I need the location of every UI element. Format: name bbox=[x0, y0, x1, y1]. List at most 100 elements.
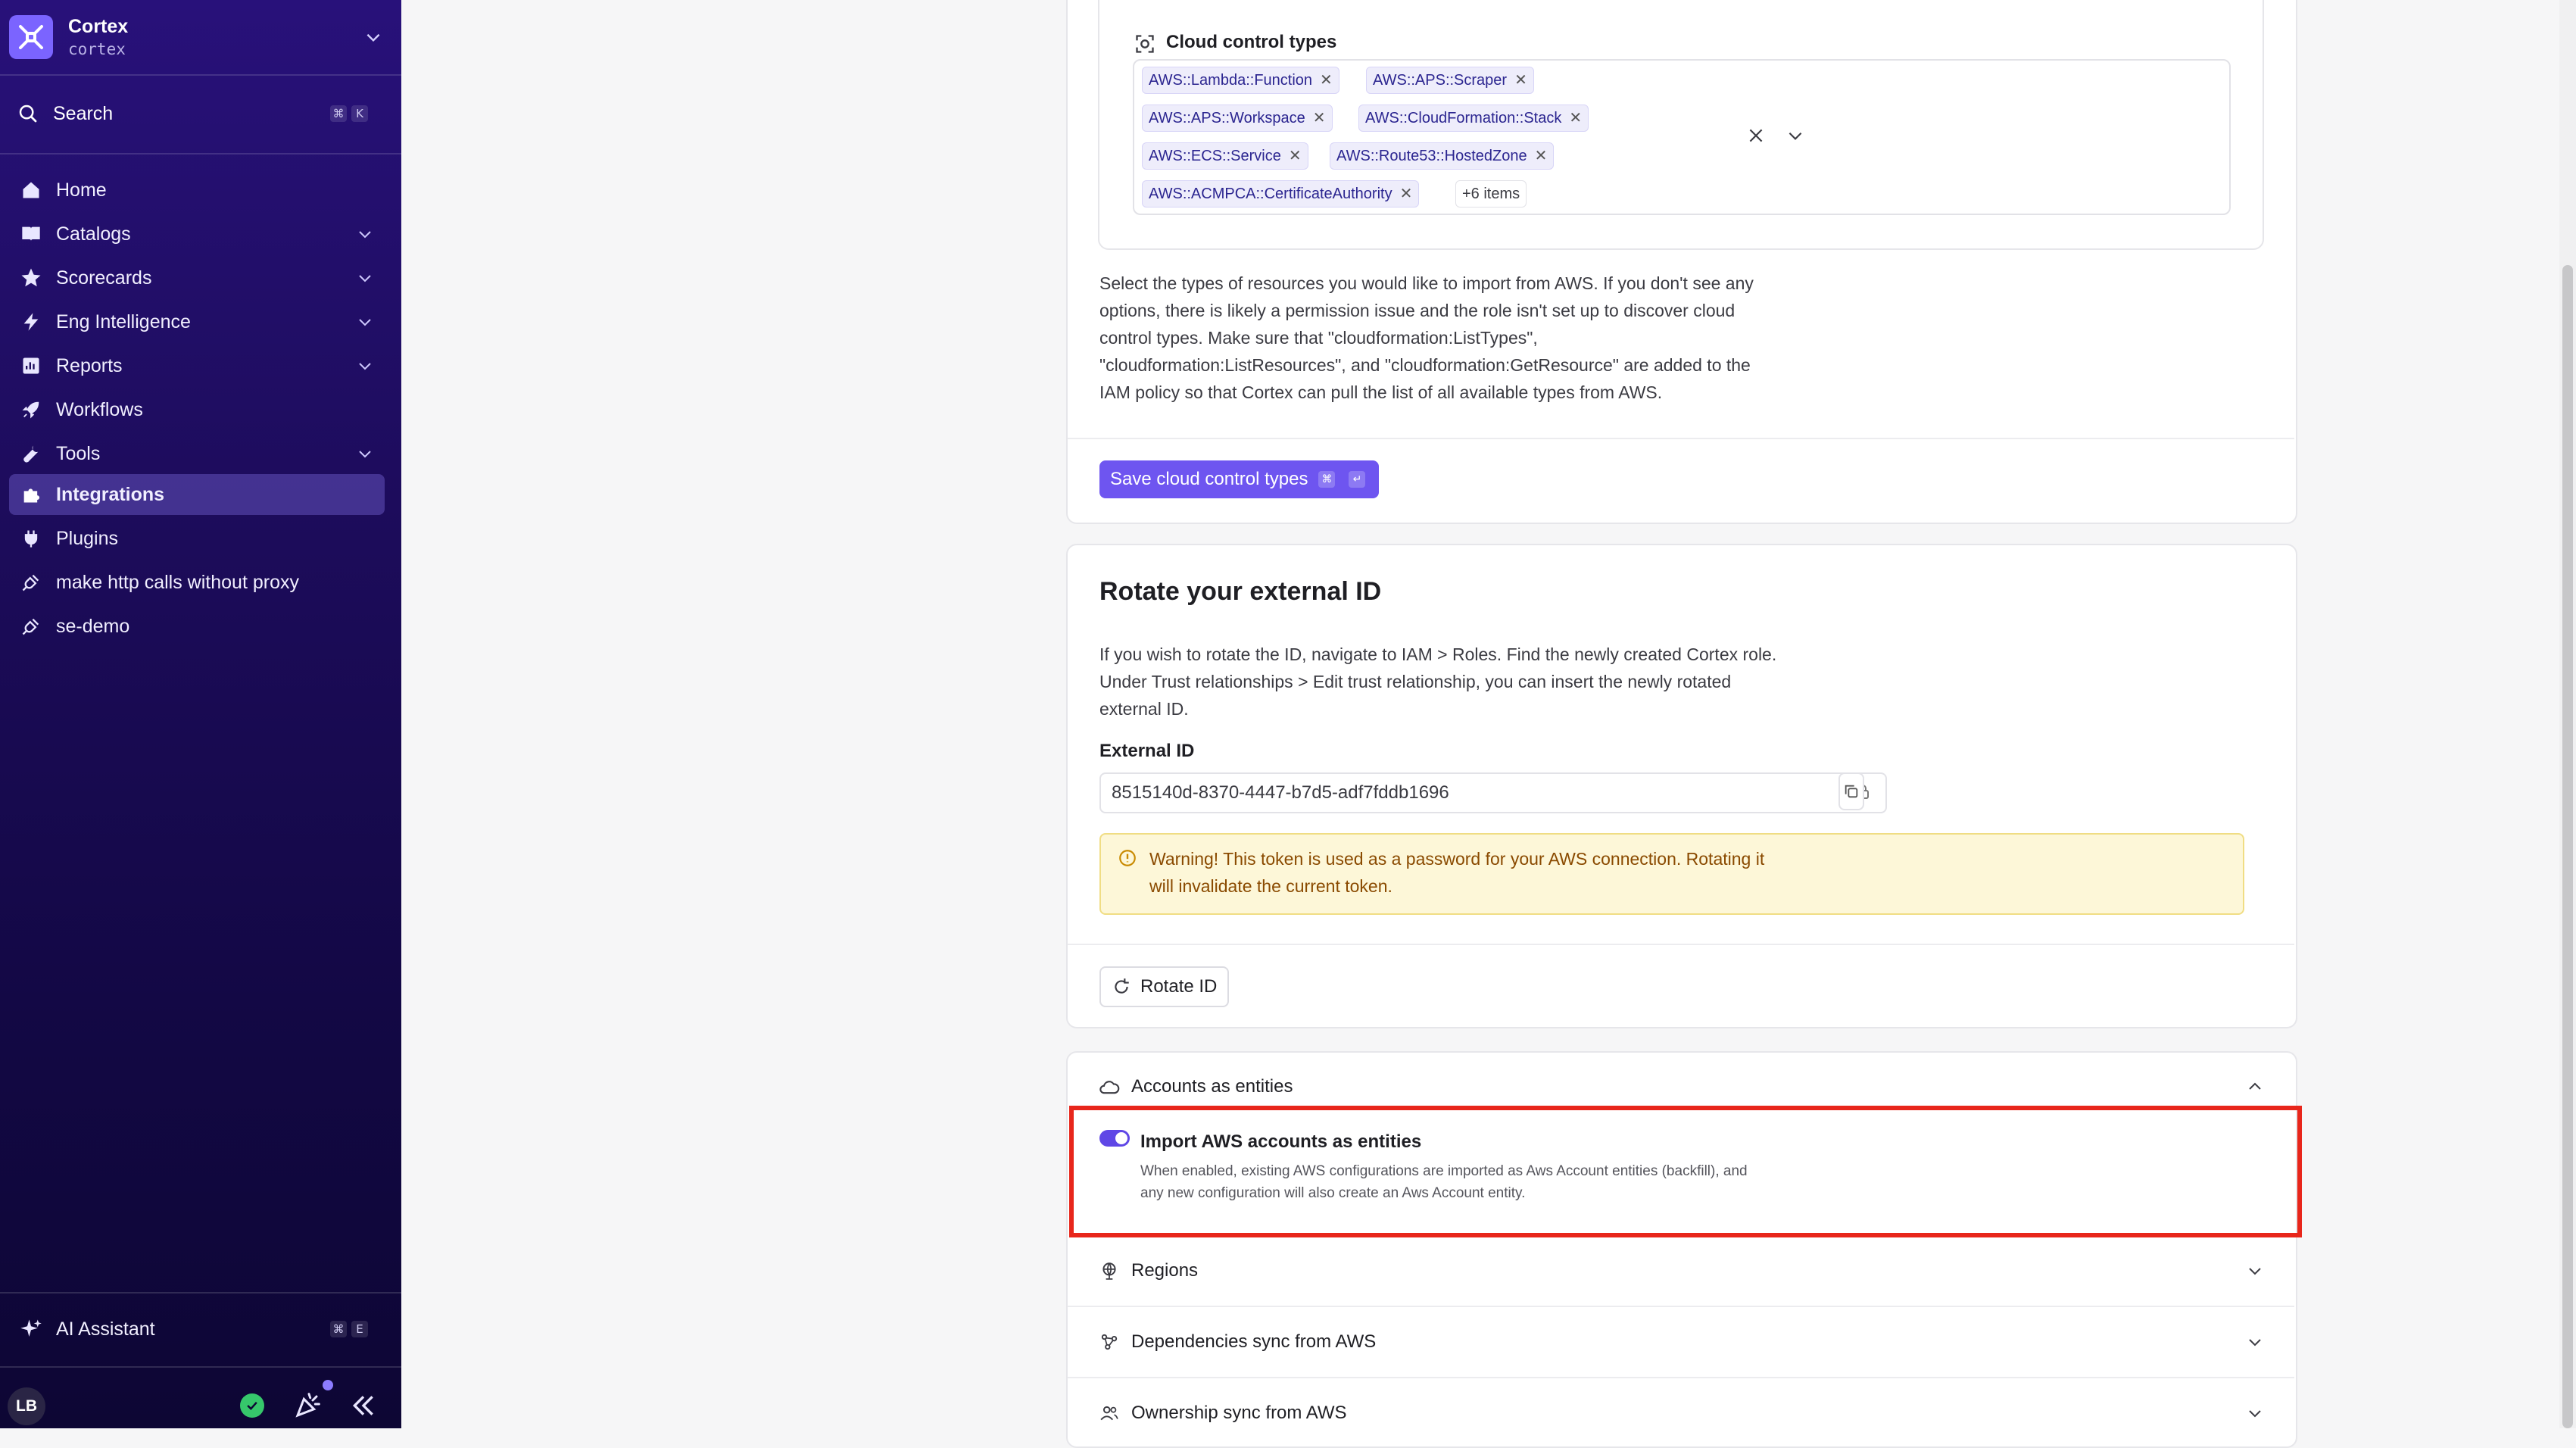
chevron-down-icon bbox=[366, 33, 380, 42]
warning-text: Warning! This token is used as a passwor… bbox=[1149, 849, 1765, 869]
nav-item-plugin-se-demo[interactable]: se-demo bbox=[9, 606, 385, 647]
chevron-up-icon bbox=[2249, 1082, 2261, 1090]
sidebar-divider bbox=[0, 1292, 401, 1294]
ai-assistant-button[interactable]: AI Assistant ⌘ E bbox=[9, 1309, 385, 1350]
wrench-icon bbox=[18, 441, 44, 467]
close-icon[interactable]: ✕ bbox=[1320, 72, 1333, 89]
warning-text: will invalidate the current token. bbox=[1149, 876, 1392, 896]
sidebar: Cortex cortex Search ⌘ K Home Catalogs Sc… bbox=[0, 0, 401, 1428]
nav-item-eng-intelligence[interactable]: Eng Intelligence bbox=[9, 301, 385, 342]
divider bbox=[1068, 944, 2294, 945]
rotate-id-button[interactable]: Rotate ID bbox=[1099, 966, 1230, 1007]
workspace-switcher[interactable]: Cortex cortex bbox=[9, 11, 388, 64]
external-id-field[interactable]: 8515140d-8370-4447-b7d5-adf7fddb1696 bbox=[1099, 772, 1887, 813]
avatar[interactable]: LB bbox=[8, 1387, 45, 1425]
party-popper-icon[interactable] bbox=[294, 1389, 324, 1419]
search-icon bbox=[19, 105, 37, 123]
sparkle-icon bbox=[18, 1318, 44, 1340]
warning-icon bbox=[1119, 850, 1136, 866]
chip[interactable]: AWS::ECS::Service ✕ bbox=[1142, 142, 1308, 170]
workspace-name: Cortex bbox=[68, 16, 129, 38]
cloud-icon bbox=[1098, 1078, 1121, 1096]
cortex-logo-icon bbox=[9, 15, 53, 59]
cloud-control-help-text: Select the types of resources you would … bbox=[1099, 273, 1754, 402]
close-icon[interactable]: ✕ bbox=[1535, 148, 1548, 164]
chevron-down-icon bbox=[359, 363, 371, 370]
chip[interactable]: AWS::APS::Workspace ✕ bbox=[1142, 105, 1333, 132]
book-icon bbox=[18, 221, 44, 247]
nav-item-tools[interactable]: Tools bbox=[9, 433, 385, 474]
search-button[interactable]: Search ⌘ K bbox=[17, 98, 380, 129]
nav-item-catalogs[interactable]: Catalogs bbox=[9, 214, 385, 254]
close-icon[interactable]: ✕ bbox=[1313, 110, 1326, 126]
sidebar-divider bbox=[0, 153, 401, 154]
dependencies-sync-section[interactable]: Dependencies sync from AWS bbox=[1098, 1312, 2264, 1372]
home-icon bbox=[18, 177, 44, 203]
chevron-down-icon bbox=[2249, 1410, 2261, 1418]
highlight-box bbox=[1069, 1106, 2302, 1237]
nav-item-home[interactable]: Home bbox=[9, 170, 385, 211]
plug-icon bbox=[18, 526, 44, 551]
nav-item-workflows[interactable]: Workflows bbox=[9, 389, 385, 430]
rotate-description: If you wish to rotate the ID, navigate t… bbox=[1099, 644, 1777, 719]
chevron-down-icon[interactable] bbox=[1785, 126, 1805, 145]
ownership-sync-section[interactable]: Ownership sync from AWS bbox=[1098, 1383, 2264, 1443]
close-icon[interactable]: ✕ bbox=[1514, 72, 1527, 89]
reports-icon bbox=[18, 353, 44, 379]
plug-outline-icon bbox=[18, 613, 44, 639]
divider bbox=[1068, 1377, 2294, 1378]
users-icon bbox=[1098, 1403, 1121, 1423]
chip[interactable]: AWS::APS::Scraper ✕ bbox=[1366, 67, 1534, 94]
chevron-down-icon bbox=[2249, 1268, 2261, 1275]
nav-item-plugin-http-calls[interactable]: make http calls without proxy bbox=[9, 562, 385, 603]
search-label: Search bbox=[53, 102, 114, 124]
chevron-down-icon bbox=[359, 275, 371, 282]
nav-item-plugins[interactable]: Plugins bbox=[9, 518, 385, 559]
main-content: Cloud control types AWS::Lambda::Functio… bbox=[401, 0, 2559, 1448]
rotate-title: Rotate your external ID bbox=[1099, 577, 1382, 606]
close-icon[interactable]: ✕ bbox=[1400, 186, 1413, 202]
bolt-icon bbox=[18, 309, 44, 335]
save-cloud-control-types-button[interactable]: Save cloud control types ⌘ ↵ bbox=[1099, 460, 1380, 498]
status-ok-icon[interactable] bbox=[240, 1393, 264, 1418]
regions-section[interactable]: Regions bbox=[1098, 1240, 2264, 1301]
collapse-sidebar-icon[interactable] bbox=[348, 1390, 379, 1421]
close-icon[interactable]: ✕ bbox=[1569, 110, 1582, 126]
chevron-down-icon bbox=[2249, 1339, 2261, 1347]
search-shortcut: ⌘ K bbox=[330, 105, 368, 122]
divider bbox=[1068, 438, 2294, 439]
chip[interactable]: AWS::CloudFormation::Stack ✕ bbox=[1358, 105, 1589, 132]
sidebar-divider bbox=[0, 1366, 401, 1368]
rocket-icon bbox=[18, 397, 44, 423]
chip[interactable]: AWS::ACMPCA::CertificateAuthority ✕ bbox=[1142, 180, 1420, 208]
puzzle-icon bbox=[18, 482, 44, 507]
close-icon[interactable]: ✕ bbox=[1289, 148, 1302, 164]
notification-dot bbox=[323, 1380, 333, 1390]
copy-icon bbox=[1845, 785, 1858, 798]
nav-item-scorecards[interactable]: Scorecards bbox=[9, 257, 385, 298]
rotate-icon bbox=[1115, 978, 1129, 994]
copy-button[interactable] bbox=[1838, 772, 1864, 810]
chip[interactable]: AWS::Route53::HostedZone ✕ bbox=[1330, 142, 1555, 170]
cloud-types-icon bbox=[1136, 35, 1154, 53]
nav-item-integrations[interactable]: Integrations bbox=[9, 474, 385, 515]
globe-icon bbox=[1098, 1260, 1121, 1281]
cloud-control-types-label: Cloud control types bbox=[1166, 32, 1337, 52]
ai-assistant-shortcut: ⌘ E bbox=[330, 1321, 368, 1337]
divider bbox=[1068, 1306, 2294, 1307]
scrollbar-thumb[interactable] bbox=[2562, 265, 2573, 1428]
chevron-down-icon bbox=[359, 231, 371, 239]
warning-alert: Warning! This token is used as a passwor… bbox=[1099, 833, 2244, 915]
chip[interactable]: AWS::Lambda::Function ✕ bbox=[1142, 67, 1339, 94]
chevron-down-icon bbox=[359, 451, 371, 458]
graph-icon bbox=[1098, 1332, 1121, 1352]
workspace-slug: cortex bbox=[68, 39, 126, 58]
clear-selection-icon[interactable] bbox=[1746, 126, 1766, 145]
nav-item-reports[interactable]: Reports bbox=[9, 345, 385, 386]
star-icon bbox=[18, 265, 44, 291]
plug-outline-icon bbox=[18, 570, 44, 595]
more-items-chip[interactable]: +6 items bbox=[1455, 180, 1527, 208]
chevron-down-icon bbox=[359, 319, 371, 326]
sidebar-divider bbox=[0, 74, 401, 76]
external-id-label: External ID bbox=[1099, 741, 1195, 761]
